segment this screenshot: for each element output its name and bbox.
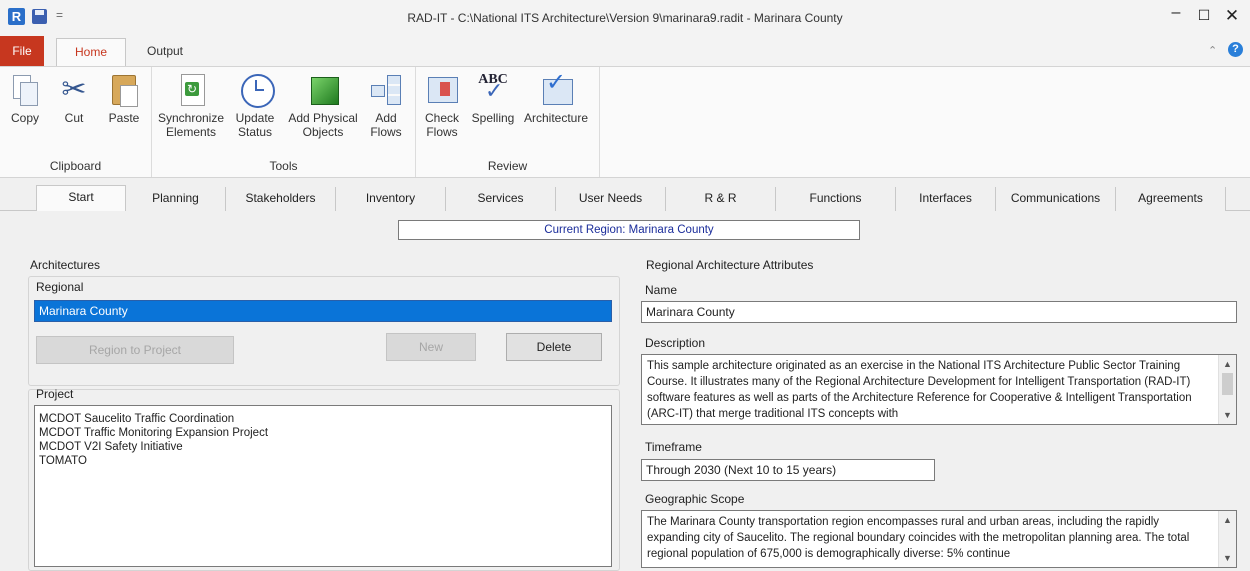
list-item[interactable]: MCDOT Traffic Monitoring Expansion Proje… bbox=[39, 426, 607, 440]
scissors-icon: ✂ bbox=[61, 73, 87, 106]
architectures-title: Architectures bbox=[30, 258, 101, 272]
maximize-button[interactable]: ☐ bbox=[1194, 7, 1214, 24]
regional-frame bbox=[28, 276, 620, 386]
title-bar: R = RAD-IT - C:\National ITS Architectur… bbox=[0, 0, 1250, 36]
tools-group-label: Tools bbox=[269, 159, 298, 173]
tab-stakeholders[interactable]: Stakeholders bbox=[226, 187, 336, 211]
tab-planning[interactable]: Planning bbox=[126, 187, 226, 211]
attributes-title: Regional Architecture Attributes bbox=[646, 258, 814, 272]
tab-inventory[interactable]: Inventory bbox=[336, 187, 446, 211]
tab-output[interactable]: Output bbox=[140, 36, 190, 66]
tab-home[interactable]: Home bbox=[56, 38, 126, 66]
close-button[interactable]: ✕ bbox=[1222, 6, 1242, 26]
tab-user-needs[interactable]: User Needs bbox=[556, 187, 666, 211]
spelling-label: Spelling bbox=[471, 111, 515, 125]
tab-file[interactable]: File bbox=[0, 36, 44, 66]
description-scrollbar[interactable]: ▲ ▼ bbox=[1218, 355, 1236, 424]
list-item[interactable]: MCDOT V2I Safety Initiative bbox=[39, 440, 607, 454]
update-label: Update bbox=[235, 111, 275, 125]
copy-button[interactable]: Copy bbox=[8, 73, 42, 125]
regional-architecture-item[interactable]: Marinara County bbox=[34, 300, 612, 322]
synchronize-elements-button[interactable]: Synchronize Elements bbox=[156, 73, 226, 139]
cube-icon bbox=[307, 73, 339, 107]
copy-icon bbox=[9, 73, 41, 107]
current-region-display: Current Region: Marinara County bbox=[398, 220, 860, 240]
new-button[interactable]: New bbox=[386, 333, 476, 361]
geographic-scope-field[interactable]: The Marinara County transportation regio… bbox=[641, 510, 1237, 568]
flows-label-2: Flows bbox=[426, 125, 458, 139]
status-label: Status bbox=[237, 125, 273, 139]
paste-label: Paste bbox=[108, 111, 140, 125]
list-item[interactable]: TOMATO bbox=[39, 454, 607, 468]
architecture-button[interactable]: Architecture bbox=[520, 73, 592, 125]
elements-label: Elements bbox=[165, 125, 217, 139]
regional-label: Regional bbox=[36, 280, 84, 294]
main-tab-bar: Start Planning Stakeholders Inventory Se… bbox=[0, 185, 1250, 212]
review-group: Check Flows ABC Spelling Architecture Re… bbox=[416, 67, 600, 177]
timeframe-field[interactable]: Through 2030 (Next 10 to 15 years) bbox=[641, 459, 935, 481]
geographic-scope-label: Geographic Scope bbox=[645, 492, 745, 506]
paste-icon bbox=[108, 73, 140, 107]
tab-services[interactable]: Services bbox=[446, 187, 556, 211]
tab-functions[interactable]: Functions bbox=[776, 187, 896, 211]
spelling-abc-icon: ABC bbox=[477, 73, 509, 107]
scroll-down-icon[interactable]: ▼ bbox=[1219, 551, 1236, 565]
check-label: Check bbox=[424, 111, 459, 125]
name-label: Name bbox=[645, 283, 678, 297]
paste-button[interactable]: Paste bbox=[104, 73, 144, 125]
check-flows-button[interactable]: Check Flows bbox=[422, 73, 462, 139]
flows-icon bbox=[370, 73, 402, 107]
objects-label: Objects bbox=[302, 125, 344, 139]
delete-button[interactable]: Delete bbox=[506, 333, 602, 361]
copy-label: Copy bbox=[10, 111, 39, 125]
cut-label: Cut bbox=[64, 111, 84, 125]
project-list[interactable]: MCDOT Saucelito Traffic Coordination MCD… bbox=[34, 405, 612, 567]
scope-scrollbar[interactable]: ▲ ▼ bbox=[1218, 511, 1236, 567]
region-to-project-button[interactable]: Region to Project bbox=[36, 336, 234, 364]
cut-button[interactable]: ✂ Cut bbox=[54, 73, 94, 125]
check-flows-icon bbox=[426, 73, 458, 107]
add-label: Add bbox=[375, 111, 397, 125]
architecture-check-icon bbox=[540, 73, 573, 107]
collapse-ribbon-icon[interactable]: ⌃ bbox=[1208, 44, 1217, 57]
add-flows-button[interactable]: Add Flows bbox=[366, 73, 406, 139]
synchronize-label: Synchronize bbox=[157, 111, 225, 125]
description-field[interactable]: This sample architecture originated as a… bbox=[641, 354, 1237, 425]
tab-agreements[interactable]: Agreements bbox=[1116, 187, 1226, 211]
clipboard-group: Copy ✂ Cut Paste Clipboard bbox=[0, 67, 152, 177]
start-page: Current Region: Marinara County Architec… bbox=[0, 211, 1250, 571]
geographic-scope-text: The Marinara County transportation regio… bbox=[647, 516, 1190, 560]
scroll-down-icon[interactable]: ▼ bbox=[1219, 408, 1236, 422]
add-physical-label: Add Physical bbox=[288, 111, 358, 125]
timeframe-label: Timeframe bbox=[645, 440, 702, 454]
description-text: This sample architecture originated as a… bbox=[647, 360, 1192, 420]
description-label: Description bbox=[645, 336, 706, 350]
spelling-button[interactable]: ABC Spelling bbox=[468, 73, 518, 126]
flows-label: Flows bbox=[370, 125, 402, 139]
tab-communications[interactable]: Communications bbox=[996, 187, 1116, 211]
scroll-up-icon[interactable]: ▲ bbox=[1219, 357, 1236, 371]
synchronize-icon bbox=[175, 73, 207, 107]
name-field[interactable]: Marinara County bbox=[641, 301, 1237, 323]
tab-start[interactable]: Start bbox=[36, 185, 126, 212]
clock-icon bbox=[239, 73, 275, 108]
project-label: Project bbox=[36, 387, 74, 401]
list-item[interactable]: MCDOT Saucelito Traffic Coordination bbox=[39, 412, 607, 426]
ribbon: Copy ✂ Cut Paste Clipboard Synchronize E… bbox=[0, 66, 1250, 178]
rad-it-window: R = RAD-IT - C:\National ITS Architectur… bbox=[0, 0, 1250, 571]
help-icon[interactable]: ? bbox=[1228, 42, 1243, 57]
tab-interfaces[interactable]: Interfaces bbox=[896, 187, 996, 211]
tools-group: Synchronize Elements Update Status Add P… bbox=[152, 67, 416, 177]
window-title: RAD-IT - C:\National ITS Architecture\Ve… bbox=[407, 11, 843, 25]
tab-r-and-r[interactable]: R & R bbox=[666, 187, 776, 211]
review-group-label: Review bbox=[487, 159, 528, 173]
clipboard-group-label: Clipboard bbox=[49, 159, 102, 173]
minimize-button[interactable]: – bbox=[1166, 4, 1186, 22]
add-physical-objects-button[interactable]: Add Physical Objects bbox=[284, 73, 362, 139]
scroll-up-icon[interactable]: ▲ bbox=[1219, 513, 1236, 527]
update-status-button[interactable]: Update Status bbox=[232, 73, 278, 139]
scroll-thumb[interactable] bbox=[1222, 373, 1233, 395]
architecture-label: Architecture bbox=[523, 111, 589, 125]
